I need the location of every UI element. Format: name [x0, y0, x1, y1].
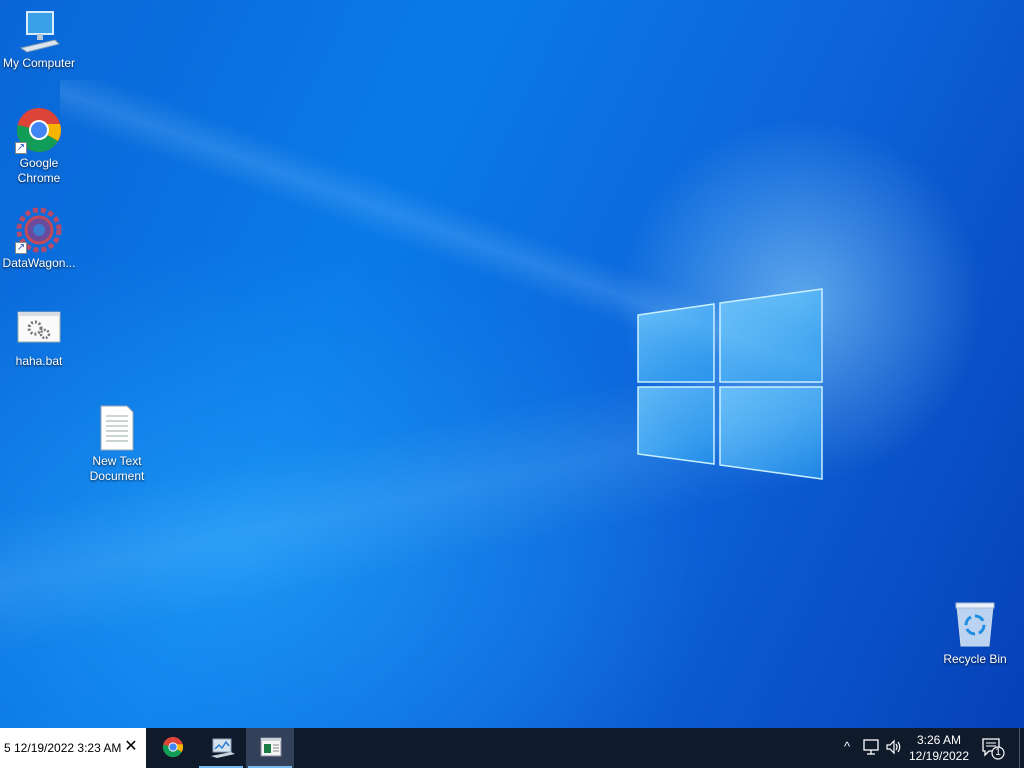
clock-time: 3:26 AM	[916, 733, 962, 747]
shortcut-arrow-icon: ↗	[15, 242, 27, 254]
close-icon[interactable]: ✕	[124, 728, 138, 768]
notification-toast[interactable]: 5 12/19/2022 3:23 AM ✕	[0, 728, 146, 768]
chrome-icon	[162, 736, 184, 758]
taskbar-app-task-manager[interactable]	[197, 728, 245, 768]
text-document-icon	[93, 404, 141, 452]
chrome-icon: ↗	[15, 106, 63, 154]
desktop-icon-label: New Text Document	[89, 454, 145, 483]
notification-icon	[982, 738, 1005, 760]
desktop-icon-haha-bat[interactable]: haha.bat	[0, 308, 78, 369]
monitor-icon	[15, 10, 63, 54]
windows-logo	[637, 288, 823, 480]
task-manager-icon	[211, 736, 235, 758]
taskbar-app-chrome[interactable]	[148, 728, 196, 768]
volume-icon[interactable]	[885, 738, 903, 756]
network-icon[interactable]	[862, 738, 880, 756]
taskbar-app-spreadsheet[interactable]	[246, 728, 294, 768]
notification-count-badge: 1	[995, 747, 1001, 758]
shortcut-arrow-icon: ↗	[15, 142, 27, 154]
spreadsheet-icon	[260, 736, 282, 758]
desktop-icon-recycle-bin[interactable]: Recycle Bin	[936, 600, 1014, 667]
desktop-icon-label: Google Chrome	[17, 156, 61, 185]
show-hidden-icons-chevron-icon[interactable]: ^	[838, 738, 856, 756]
desktop-icon-new-text-document[interactable]: New Text Document	[78, 404, 156, 484]
system-clock[interactable]: 3:26 AM 12/19/2022	[902, 732, 976, 764]
desktop-icon-label: haha.bat	[15, 354, 63, 368]
desktop-icon-datawagon[interactable]: ↗ DataWagon...	[0, 206, 78, 271]
notification-text: 5 12/19/2022 3:23 AM	[4, 741, 122, 755]
desktop-icon-label: DataWagon...	[2, 256, 76, 270]
recycle-bin-icon	[951, 600, 999, 650]
clock-date: 12/19/2022	[908, 749, 970, 763]
show-desktop-button[interactable]	[1019, 728, 1024, 768]
desktop-icon-label: My Computer	[2, 56, 76, 70]
taskbar: 5 12/19/2022 3:23 AM ✕ ^ 3:26 AM 12/19/2…	[0, 728, 1024, 768]
datawagon-icon: ↗	[15, 206, 63, 254]
batch-file-icon	[15, 308, 63, 348]
action-center-button[interactable]: 1	[980, 736, 1006, 760]
desktop[interactable]: My Computer ↗ Google Chrome ↗ DataWagon.…	[0, 0, 1024, 728]
desktop-icon-label: Recycle Bin	[943, 652, 1007, 666]
desktop-icon-google-chrome[interactable]: ↗ Google Chrome	[0, 106, 78, 186]
desktop-icon-my-computer[interactable]: My Computer	[0, 10, 78, 71]
